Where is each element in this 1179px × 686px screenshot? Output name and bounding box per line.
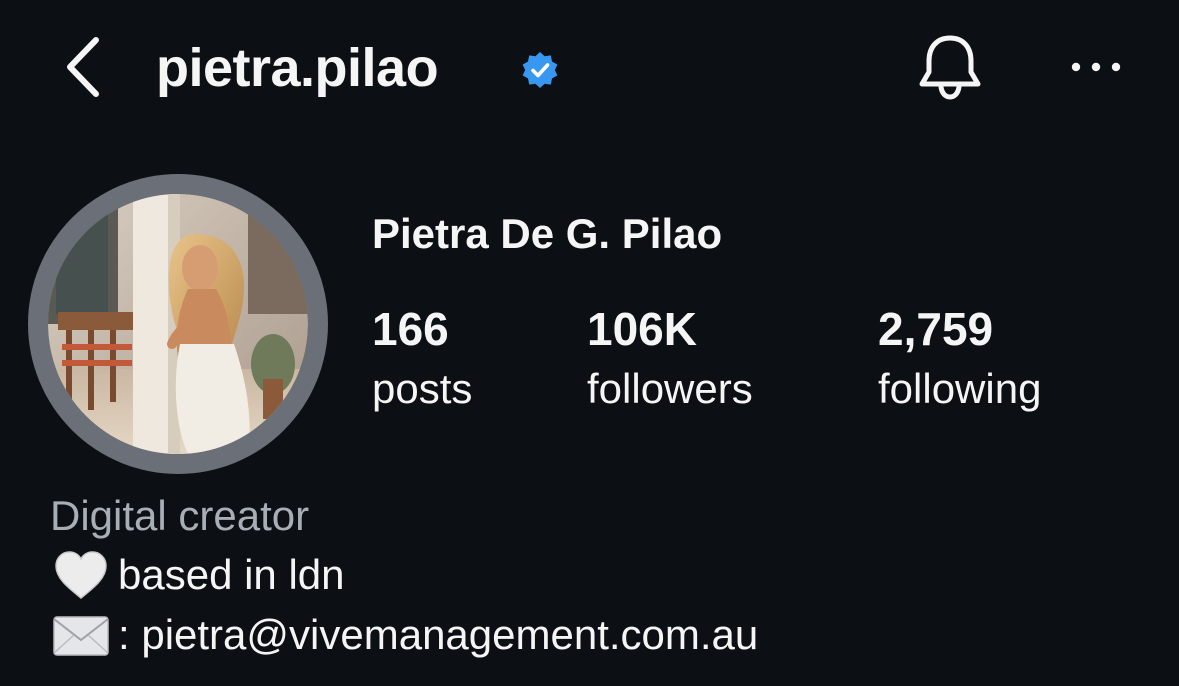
posts-count[interactable]: 166 posts bbox=[372, 300, 472, 420]
avatar[interactable] bbox=[48, 194, 308, 454]
followers-count[interactable]: 106K followers bbox=[587, 300, 753, 420]
top-bar: pietra.pilao bbox=[0, 0, 1179, 140]
profile-category: Digital creator bbox=[50, 492, 310, 539]
envelope-icon bbox=[50, 608, 112, 662]
more-options-button[interactable] bbox=[1064, 52, 1128, 82]
verified-badge-icon bbox=[520, 50, 560, 90]
following-label: following bbox=[878, 365, 1042, 412]
bio-location-text: based in ldn bbox=[118, 551, 345, 598]
bell-icon bbox=[919, 35, 981, 100]
notifications-button[interactable] bbox=[912, 32, 988, 102]
back-button[interactable] bbox=[56, 34, 112, 100]
bio-location-line: based in ldn bbox=[50, 546, 345, 604]
bio-email-line: : pietra@vivemanagement.com.au bbox=[50, 606, 758, 664]
white-heart-icon bbox=[50, 548, 112, 602]
followers-label: followers bbox=[587, 365, 753, 412]
following-count[interactable]: 2,759 following bbox=[878, 300, 1041, 420]
posts-label: posts bbox=[372, 365, 473, 412]
chevron-left-icon bbox=[67, 37, 99, 97]
more-horizontal-icon bbox=[1071, 62, 1121, 72]
bio-email-text[interactable]: : pietra@vivemanagement.com.au bbox=[118, 606, 758, 664]
followers-value: 106K bbox=[587, 303, 697, 355]
profile-username: pietra.pilao bbox=[156, 38, 439, 98]
posts-value: 166 bbox=[372, 303, 449, 355]
profile-photo bbox=[48, 194, 308, 454]
following-value: 2,759 bbox=[878, 303, 994, 355]
display-name: Pietra De G. Pilao bbox=[372, 210, 723, 257]
